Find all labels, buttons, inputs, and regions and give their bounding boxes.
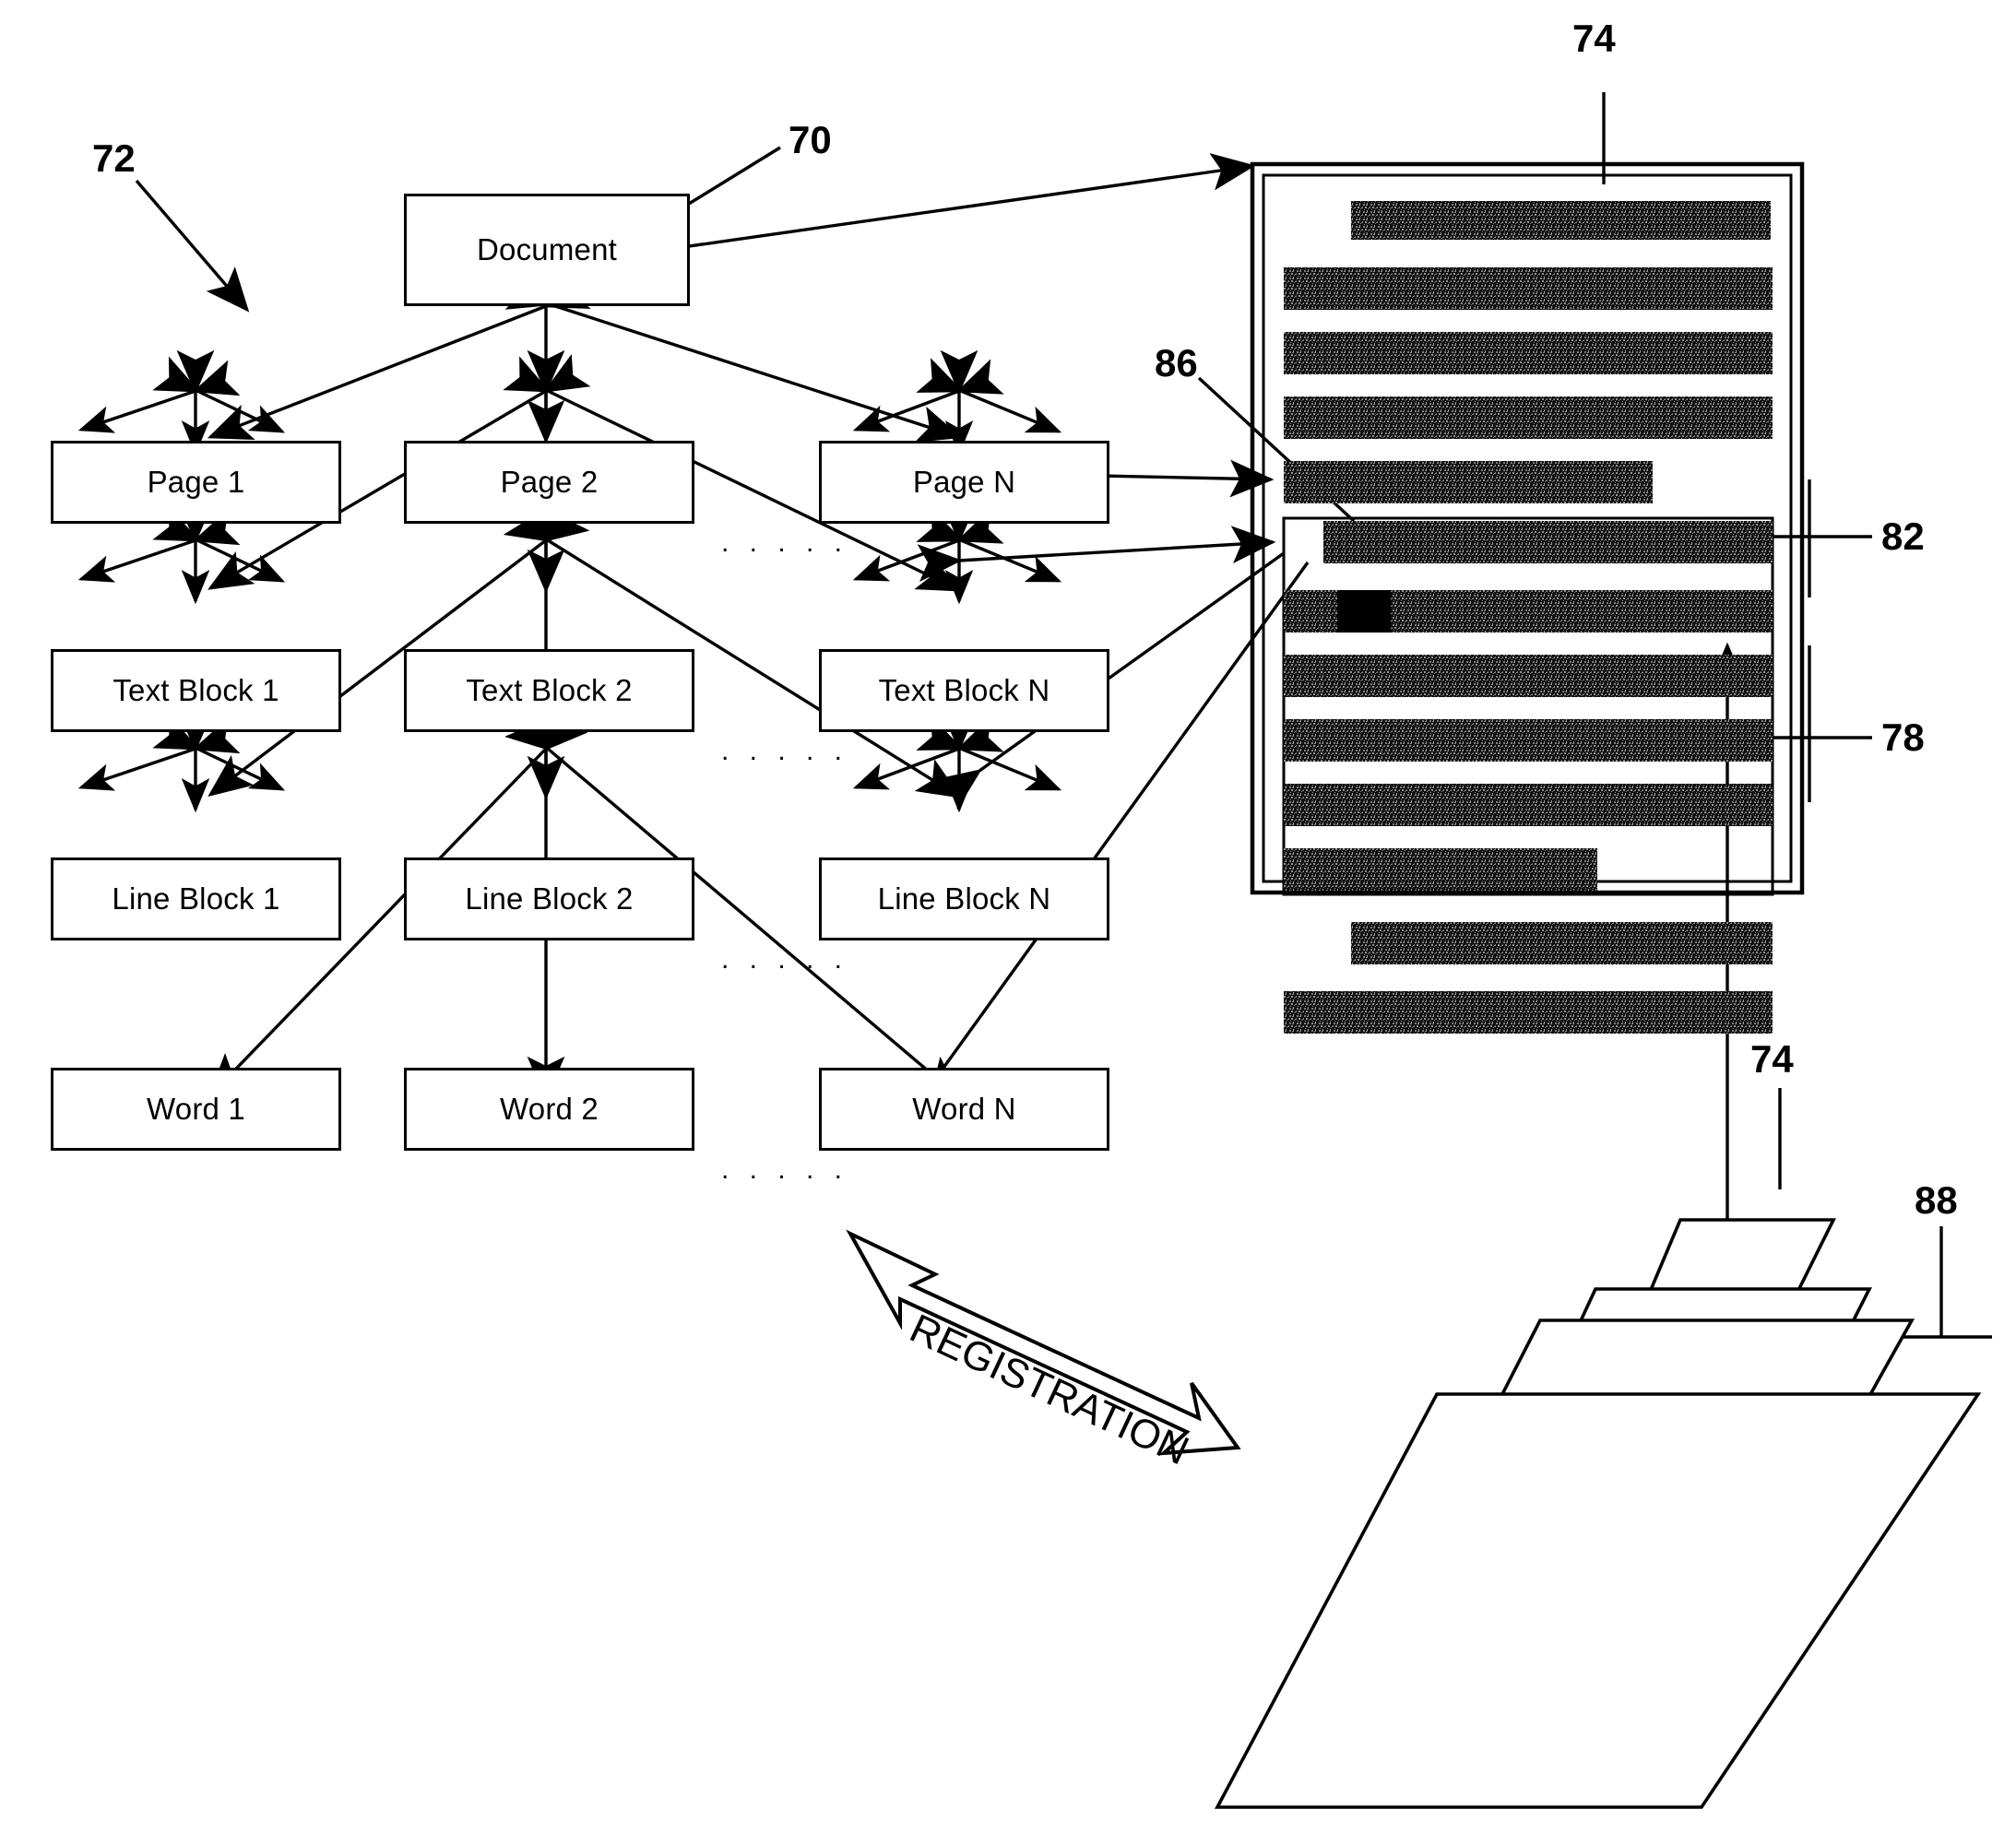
node-line-block-n-label: Line Block N bbox=[877, 881, 1051, 916]
node-document-label: Document bbox=[476, 232, 617, 266]
ellipsis-word-row: . . . . . bbox=[721, 1154, 849, 1185]
ellipsis-page-row: . . . . . bbox=[721, 527, 849, 558]
node-line-block-1-label: Line Block 1 bbox=[112, 881, 280, 916]
node-word-1[interactable]: Word 1 bbox=[51, 1068, 341, 1151]
node-page-n-label: Page N bbox=[912, 465, 1016, 499]
node-page-n[interactable]: Page N bbox=[819, 441, 1109, 524]
ref-72: 72 bbox=[92, 136, 136, 180]
node-text-block-1[interactable]: Text Block 1 bbox=[51, 649, 341, 732]
ref-82: 82 bbox=[1881, 514, 1925, 558]
node-page-1-label: Page 1 bbox=[147, 465, 245, 499]
ellipsis-text-block-row: . . . . . bbox=[721, 736, 849, 766]
node-document[interactable]: Document bbox=[404, 194, 690, 306]
page-image-text-lines bbox=[1284, 201, 1773, 1034]
node-text-block-n-label: Text Block N bbox=[878, 673, 1050, 707]
node-line-block-2[interactable]: Line Block 2 bbox=[404, 857, 694, 940]
highlighted-word bbox=[1337, 590, 1391, 633]
node-word-n[interactable]: Word N bbox=[819, 1068, 1109, 1151]
ellipsis-line-block-row: . . . . . bbox=[721, 944, 849, 975]
node-page-2[interactable]: Page 2 bbox=[404, 441, 694, 524]
node-text-block-2[interactable]: Text Block 2 bbox=[404, 649, 694, 732]
ref-86: 86 bbox=[1155, 341, 1198, 384]
node-page-2-label: Page 2 bbox=[500, 465, 599, 499]
ref-78: 78 bbox=[1881, 715, 1925, 759]
node-word-1-label: Word 1 bbox=[147, 1092, 245, 1126]
ref-74-top: 74 bbox=[1572, 17, 1616, 60]
node-line-block-1[interactable]: Line Block 1 bbox=[51, 857, 341, 940]
node-line-block-n[interactable]: Line Block N bbox=[819, 857, 1109, 940]
node-word-n-label: Word N bbox=[912, 1092, 1016, 1126]
patent-figure: 74 72 70 86 82 78 74 88 REGISTRATION Doc… bbox=[0, 0, 2016, 1833]
node-text-block-2-label: Text Block 2 bbox=[466, 673, 633, 707]
node-page-1[interactable]: Page 1 bbox=[51, 441, 341, 524]
node-line-block-2-label: Line Block 2 bbox=[465, 881, 634, 916]
node-text-block-n[interactable]: Text Block N bbox=[819, 649, 1109, 732]
ref-88: 88 bbox=[1915, 1178, 1958, 1222]
node-word-2-label: Word 2 bbox=[500, 1092, 599, 1126]
node-text-block-1-label: Text Block 1 bbox=[113, 673, 279, 707]
ref-74-stack: 74 bbox=[1750, 1037, 1794, 1081]
text-block-outline bbox=[1282, 516, 1774, 896]
node-word-2[interactable]: Word 2 bbox=[404, 1068, 694, 1151]
ref-70: 70 bbox=[789, 118, 832, 161]
